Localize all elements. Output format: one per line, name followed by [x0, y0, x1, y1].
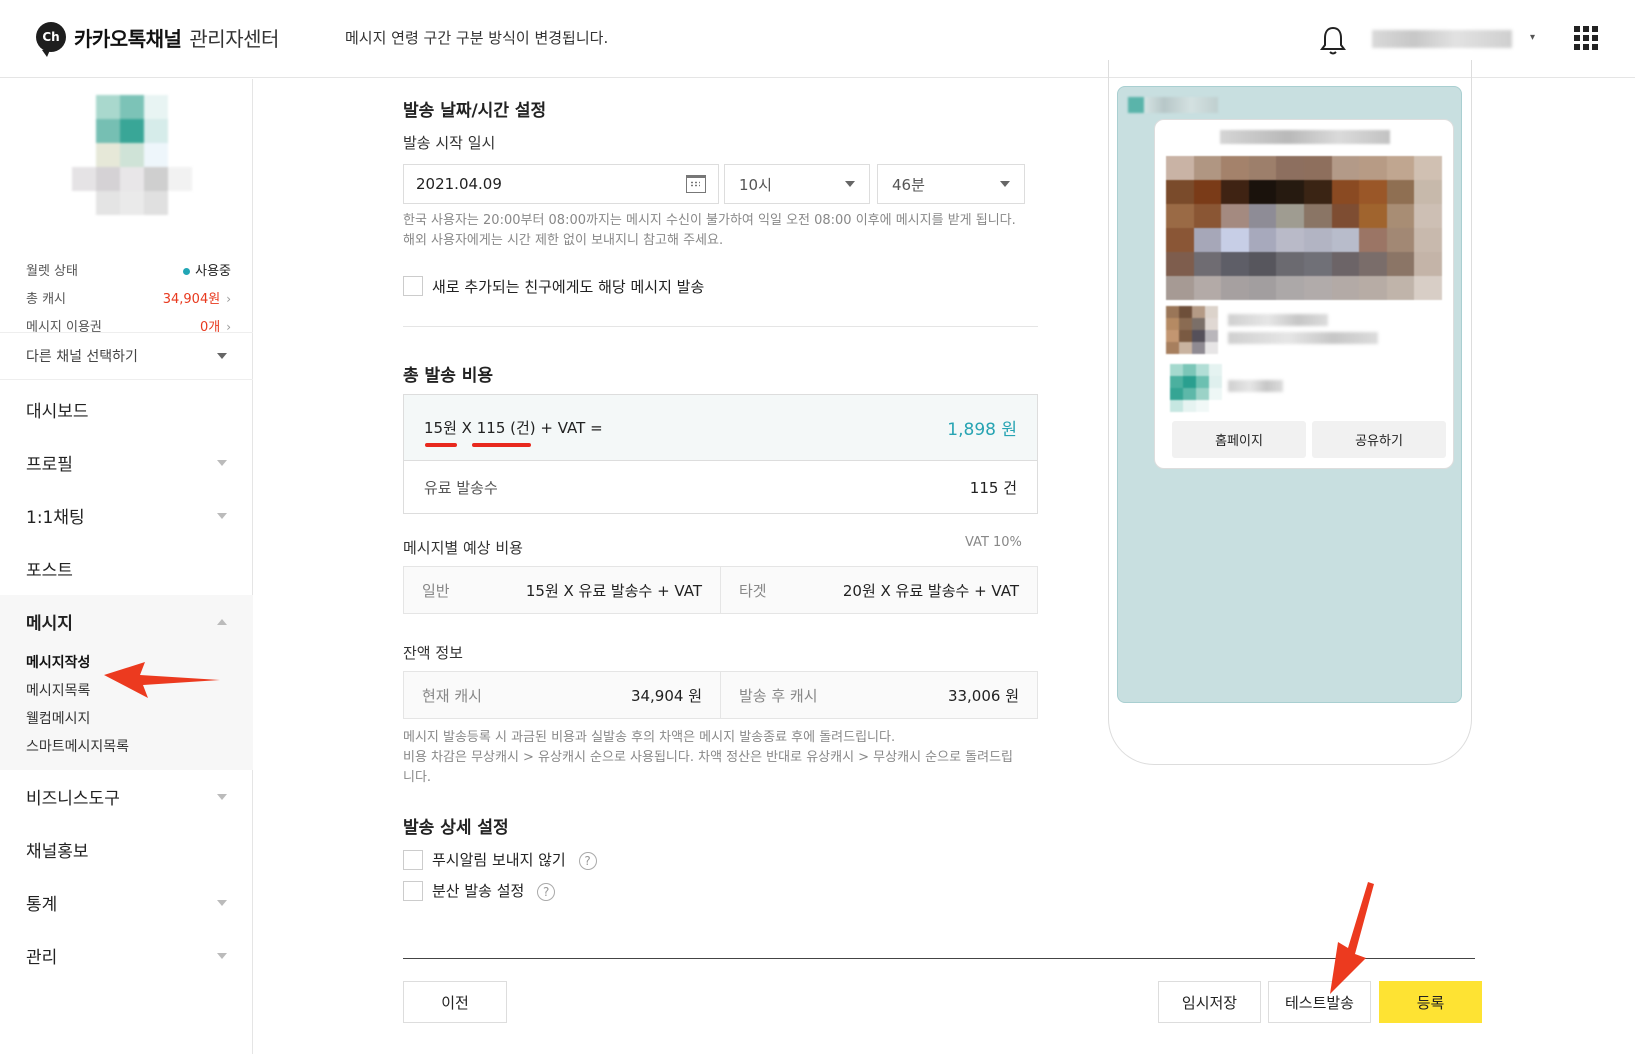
no-push-checkbox[interactable] [403, 850, 423, 870]
sidebar: 월렛 상태 사용중 총 캐시 34,904원 › 메시지 이용권 0개 › 다른 채… [0, 79, 253, 1054]
save-draft-button[interactable]: 임시저장 [1158, 981, 1261, 1023]
hour-select[interactable]: 10시 [724, 164, 870, 204]
preview-item-thumb-blurred [1166, 306, 1218, 354]
per-message-cost-grid: 일반 15원 X 유료 발송수 + VAT 타겟 20원 X 유료 발송수 + … [403, 566, 1038, 614]
preview-homepage-button[interactable]: 홈페이지 [1172, 421, 1306, 458]
prev-button[interactable]: 이전 [403, 981, 507, 1023]
sidebar-item-business-tools[interactable]: 비즈니스도구 [0, 770, 253, 823]
logo[interactable]: Ch 카카오톡채널 관리자센터 [36, 22, 279, 57]
help-icon[interactable]: ? [578, 852, 597, 870]
section-divider [403, 326, 1038, 327]
annotation-arrow-icon [104, 662, 220, 698]
logo-subtitle: 관리자센터 [189, 26, 279, 51]
apps-grid-icon[interactable] [1574, 26, 1598, 50]
status-dot-icon [183, 267, 191, 275]
balance-label: 잔액 정보 [403, 644, 463, 662]
paid-count-row: 유료 발송수 115 건 [404, 461, 1037, 513]
calendar-icon[interactable] [686, 175, 706, 193]
cost-formula-row: 15원 X 115 (건) + VAT = 1,898 원 [404, 395, 1037, 461]
balance-grid: 현재 캐시 34,904 원 발송 후 캐시 33,006 원 [403, 671, 1038, 719]
schedule-hint: 한국 사용자는 20:00부터 08:00까지는 메시지 수신이 불가하여 익일… [403, 213, 1016, 248]
date-field[interactable]: 2021.04.09 [403, 164, 719, 204]
minute-value: 46분 [892, 175, 925, 194]
preview-profile-name-blurred [1228, 380, 1283, 392]
date-value: 2021.04.09 [416, 175, 502, 193]
no-push-label: 푸시알림 보내지 않기 ? [432, 849, 597, 870]
notice-banner[interactable]: 메시지 연령 구간 구분 방식이 변경됩니다. [345, 27, 608, 48]
new-friends-label: 새로 추가되는 친구에게도 해당 메시지 발송 [432, 278, 705, 296]
paid-count-label: 유료 발송수 [424, 478, 498, 497]
vat-note: VAT 10% [965, 535, 1022, 550]
chevron-down-icon [217, 793, 227, 800]
target-cost-cell: 타겟 20원 X 유료 발송수 + VAT [720, 567, 1037, 613]
hour-value: 10시 [739, 175, 772, 194]
chevron-down-icon [845, 181, 855, 187]
channel-select-label: 다른 채널 선택하기 [26, 349, 138, 365]
bell-icon[interactable] [1318, 24, 1348, 56]
chevron-down-icon [217, 459, 227, 466]
normal-cost-cell: 일반 15원 X 유료 발송수 + VAT [422, 581, 702, 600]
chevron-up-icon [217, 618, 227, 625]
wallet-status-row: 월렛 상태 사용중 [26, 255, 231, 283]
account-name-blurred[interactable] [1372, 30, 1512, 48]
cost-formula: 15원 X 115 (건) + VAT = [424, 419, 603, 437]
chevron-down-icon [217, 353, 227, 359]
schedule-title: 발송 날짜/시간 설정 [403, 101, 547, 121]
logo-text: 카카오톡채널 [74, 26, 182, 51]
sidebar-item-chat[interactable]: 1:1채팅 [0, 489, 253, 542]
wallet-summary: 월렛 상태 사용중 총 캐시 34,904원 › 메시지 이용권 0개 › [26, 255, 231, 339]
annotation-underline [472, 443, 531, 447]
detail-title: 발송 상세 설정 [403, 818, 509, 838]
preview-item-desc-blurred [1228, 332, 1378, 344]
total-cash-row[interactable]: 총 캐시 34,904원 › [26, 283, 231, 311]
cost-title: 총 발송 비용 [403, 366, 494, 386]
split-send-label: 분산 발송 설정 ? [432, 880, 556, 901]
sidebar-item-manage[interactable]: 관리 [0, 929, 253, 982]
cost-total: 1,898 원 [947, 420, 1017, 440]
current-cash-cell: 현재 캐시 34,904 원 [422, 686, 702, 705]
preview-share-button[interactable]: 공유하기 [1312, 421, 1446, 458]
sidebar-item-profile[interactable]: 프로필 [0, 436, 253, 489]
kakao-channel-logo-icon: Ch [36, 22, 66, 57]
sidebar-item-dashboard[interactable]: 대시보드 [0, 383, 253, 436]
help-icon[interactable]: ? [537, 883, 556, 901]
register-button[interactable]: 등록 [1379, 981, 1482, 1023]
chevron-down-icon [217, 952, 227, 959]
preview-channel-name-blurred [1128, 97, 1218, 113]
split-send-checkbox[interactable] [403, 881, 423, 901]
sidebar-item-stats[interactable]: 통계 [0, 876, 253, 929]
preview-profile-thumb-blurred [1170, 364, 1222, 412]
after-cash-cell: 발송 후 캐시 33,006 원 [720, 672, 1037, 718]
sidebar-item-post[interactable]: 포스트 [0, 542, 253, 595]
minute-select[interactable]: 46분 [877, 164, 1025, 204]
preview-item-title-blurred [1228, 314, 1328, 326]
total-cash-value: 34,904원 [162, 291, 221, 307]
channel-avatar-blurred [72, 95, 192, 223]
wallet-status-label: 월렛 상태 [26, 263, 78, 279]
account-dropdown-icon[interactable]: ▾ [1530, 32, 1535, 43]
per-message-label: 메시지별 예상 비용 [403, 539, 523, 557]
annotation-arrow-icon [1330, 882, 1374, 994]
refund-hint: 메시지 발송등록 시 과금된 비용과 실발송 후의 차액은 메시지 발송종료 후… [403, 730, 1014, 785]
chevron-down-icon [217, 512, 227, 519]
total-cost-box: 15원 X 115 (건) + VAT = 1,898 원 유료 발송수 115… [403, 394, 1038, 514]
sidebar-item-promotion[interactable]: 채널홍보 [0, 823, 253, 876]
chevron-down-icon [217, 899, 227, 906]
sidebar-subitem-welcome[interactable]: 웰컴메시지 [0, 704, 253, 732]
channel-select-dropdown[interactable]: 다른 채널 선택하기 [0, 332, 253, 380]
new-friends-checkbox[interactable] [403, 276, 423, 296]
preview-image-blurred [1166, 156, 1442, 300]
wallet-status-value: 사용중 [195, 263, 231, 279]
chevron-right-icon[interactable]: › [226, 292, 231, 306]
sidebar-subitem-smart[interactable]: 스마트메시지목록 [0, 732, 253, 760]
chevron-down-icon [1000, 181, 1010, 187]
preview-card-title-blurred [1220, 130, 1390, 144]
total-cash-label: 총 캐시 [26, 291, 67, 307]
annotation-underline [425, 443, 457, 447]
sidebar-item-message[interactable]: 메시지 [0, 595, 253, 648]
paid-count-value: 115 건 [969, 478, 1017, 497]
start-time-label: 발송 시작 일시 [403, 134, 496, 152]
